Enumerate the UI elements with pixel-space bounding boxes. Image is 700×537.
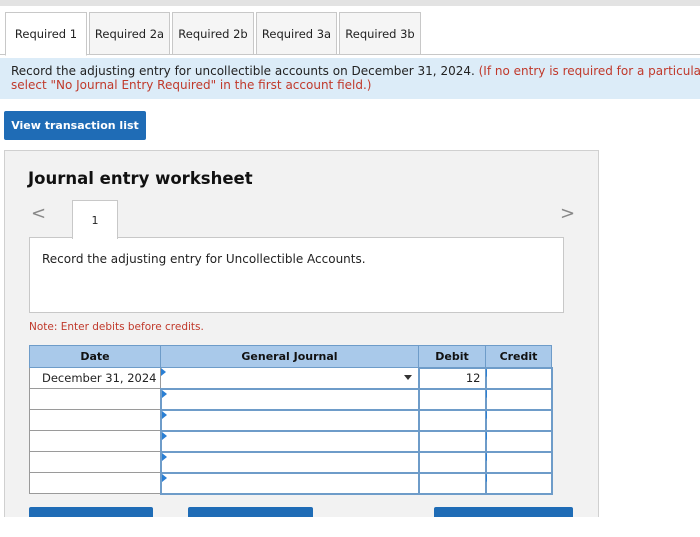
journal-table: Date General Journal Debit Credit Decemb… — [29, 345, 553, 495]
input-marker-icon — [161, 368, 166, 376]
date-cell — [29, 430, 161, 452]
account-input[interactable] — [159, 471, 420, 495]
date-cell — [29, 409, 161, 431]
debit-input[interactable] — [417, 429, 491, 453]
input-marker-icon — [161, 410, 167, 419]
tab-required-3b[interactable]: Required 3b — [339, 12, 421, 55]
credit-input[interactable] — [484, 429, 553, 453]
debit-value: 12 — [465, 371, 481, 385]
clear-entry-button[interactable] — [188, 507, 313, 517]
top-bar — [0, 0, 700, 6]
credit-input[interactable] — [484, 450, 553, 474]
debit-input[interactable] — [417, 387, 491, 411]
requirement-tabs: Required 1 Required 2a Required 2b Requi… — [5, 12, 423, 56]
tab-required-1[interactable]: Required 1 — [5, 12, 87, 56]
record-entry-button[interactable] — [29, 507, 153, 517]
debit-input[interactable]: 12 — [417, 366, 491, 390]
header-date: Date — [29, 345, 161, 368]
account-input[interactable] — [159, 429, 420, 453]
input-marker-icon — [161, 452, 167, 461]
input-marker-icon — [161, 431, 167, 440]
debit-input[interactable] — [417, 408, 491, 432]
tab-divider — [0, 54, 700, 55]
account-input[interactable] — [159, 408, 420, 432]
table-row — [29, 450, 553, 474]
debit-input[interactable] — [417, 450, 491, 474]
view-transaction-list-button[interactable]: View transaction list — [4, 111, 146, 140]
credit-input[interactable] — [484, 366, 553, 390]
input-marker-icon — [161, 473, 167, 482]
debits-before-credits-note: Note: Enter debits before credits. — [29, 321, 204, 333]
account-input[interactable] — [159, 450, 420, 474]
input-marker-icon — [161, 389, 167, 398]
table-row — [29, 429, 553, 453]
chevron-down-icon[interactable] — [403, 375, 412, 380]
instruction-main: Record the adjusting entry for uncollect… — [11, 64, 475, 78]
prev-arrow-icon[interactable]: < — [31, 203, 46, 224]
date-cell — [29, 388, 161, 410]
view-general-journal-button[interactable] — [434, 507, 573, 517]
instruction-banner: Record the adjusting entry for uncollect… — [0, 58, 700, 99]
tab-required-3a[interactable]: Required 3a — [256, 12, 337, 55]
instruction-note: (If no entry is required for a particula… — [478, 64, 700, 78]
date-cell — [29, 472, 161, 494]
tab-required-2b[interactable]: Required 2b — [172, 12, 254, 55]
tab-required-2a[interactable]: Required 2a — [89, 12, 170, 55]
worksheet-title: Journal entry worksheet — [28, 169, 253, 188]
worksheet-page-tab-1[interactable]: 1 — [72, 200, 118, 239]
next-arrow-icon[interactable]: > — [560, 203, 575, 224]
account-select[interactable] — [160, 367, 419, 389]
credit-input[interactable] — [484, 387, 553, 411]
table-row — [29, 471, 553, 495]
table-row — [29, 408, 553, 432]
debit-input[interactable] — [417, 471, 491, 495]
bottom-edge — [0, 517, 700, 537]
credit-input[interactable] — [484, 408, 553, 432]
table-row: December 31, 2024 12 — [29, 366, 553, 390]
date-cell — [29, 451, 161, 473]
account-input[interactable] — [159, 387, 420, 411]
instruction-note-line2: select "No Journal Entry Required" in th… — [11, 78, 372, 92]
entry-description: Record the adjusting entry for Uncollect… — [29, 237, 564, 313]
header-credit: Credit — [485, 345, 552, 368]
credit-input[interactable] — [484, 471, 553, 495]
header-debit: Debit — [418, 345, 486, 368]
table-row — [29, 387, 553, 411]
header-general-journal: General Journal — [160, 345, 419, 368]
entry-description-text: Record the adjusting entry for Uncollect… — [42, 252, 366, 266]
date-cell: December 31, 2024 — [29, 367, 161, 389]
journal-entry-worksheet-panel: Journal entry worksheet < 1 > Record the… — [4, 150, 599, 520]
